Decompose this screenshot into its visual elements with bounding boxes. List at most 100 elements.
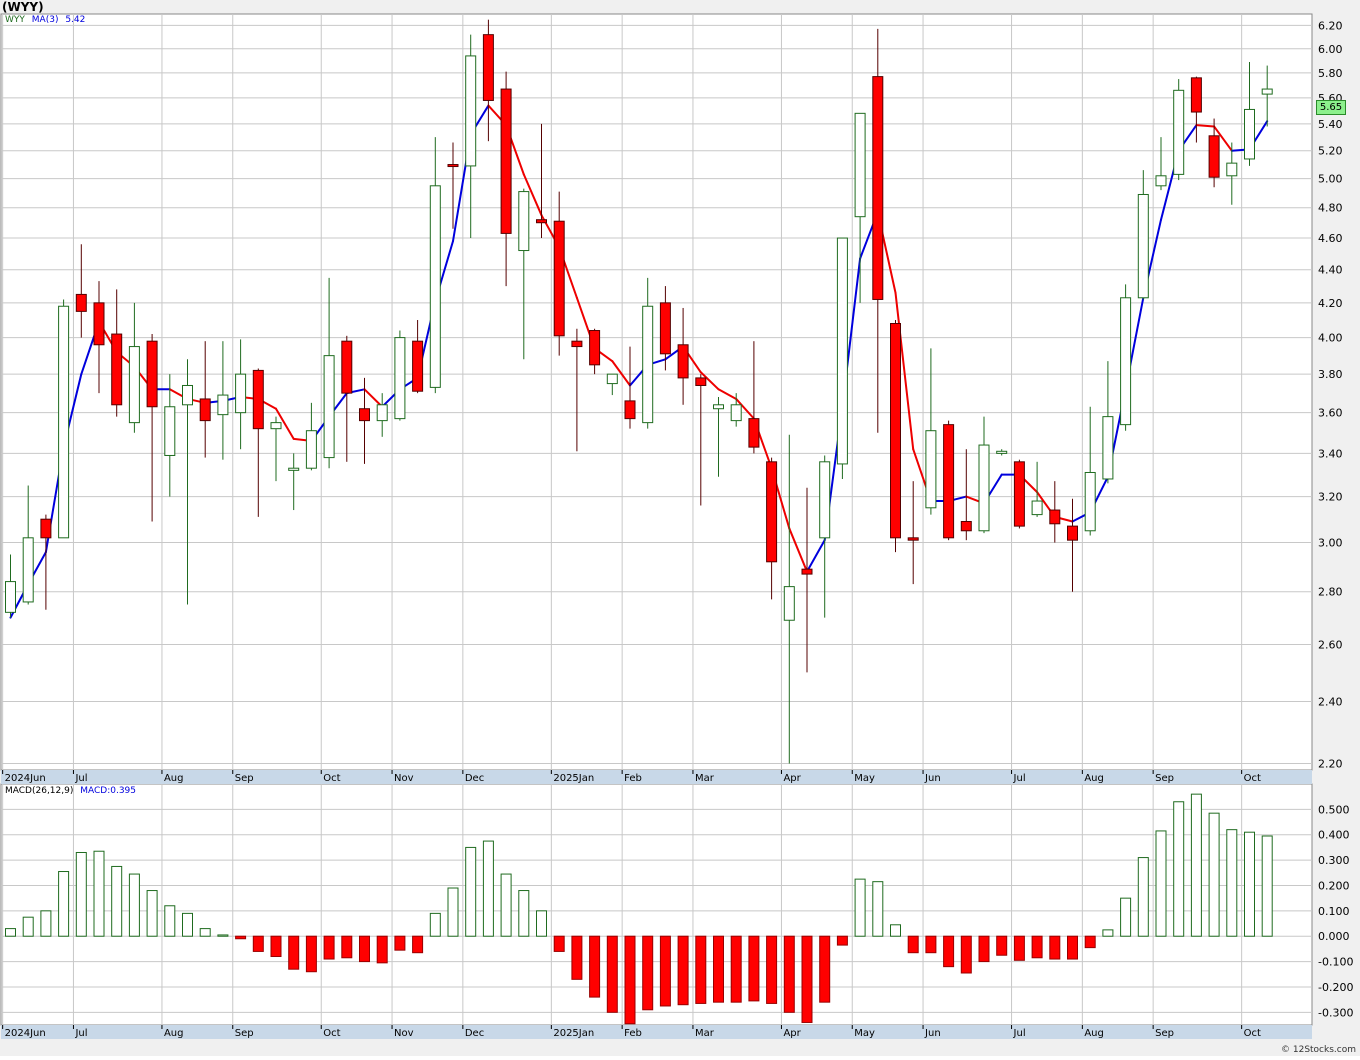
macd-x-tick-label: Mar (695, 1028, 715, 1039)
macd-bar (288, 935, 300, 970)
candle-body (1120, 297, 1132, 426)
macd-bar (978, 935, 990, 963)
price-y-tick-label: 3.20 (1318, 491, 1343, 504)
macd-bar (75, 851, 87, 937)
candle-body (943, 424, 955, 539)
candle-body (801, 568, 813, 575)
macd-bar (890, 924, 901, 937)
candle-body (872, 76, 884, 300)
macd-bar (93, 850, 105, 937)
macd-x-tick-label: Sep (1155, 1028, 1174, 1039)
candle-body (1049, 509, 1061, 525)
x-tick-label: Jul (1013, 773, 1026, 784)
price-y-tick-label: 3.00 (1318, 537, 1343, 550)
candle-body (252, 369, 264, 430)
macd-x-tick-label: Dec (465, 1028, 484, 1039)
macd-legend: MACD(26,12,9) MACD:0.395 (5, 786, 136, 796)
macd-bar (1173, 801, 1185, 937)
macd-bar (305, 935, 317, 973)
macd-x-tick-label: Nov (394, 1028, 414, 1039)
candle (890, 320, 901, 553)
x-tick-label: Oct (1244, 773, 1261, 784)
macd-bar (359, 935, 370, 963)
macd-x-tick-label: Aug (1084, 1028, 1104, 1039)
price-y-tick-label: 5.80 (1318, 67, 1343, 80)
macd-bar (1067, 935, 1078, 960)
candle (1120, 284, 1132, 431)
macd-y-tick-label: 0.200 (1318, 879, 1350, 892)
macd-bar (199, 928, 211, 937)
candle-body (518, 191, 530, 252)
macd-bar (872, 881, 884, 937)
macd-bar (500, 873, 512, 937)
macd-bar (943, 935, 955, 968)
macd-bar (677, 935, 689, 1006)
macd-label: MACD(26,12,9) (5, 786, 74, 796)
macd-bar (589, 935, 601, 998)
macd-bar (766, 935, 778, 1004)
candle-body (447, 164, 459, 168)
candle-body (978, 444, 990, 532)
macd-bar (394, 935, 406, 951)
candle-body (270, 422, 282, 430)
candle-body (748, 418, 760, 448)
candle-body (394, 337, 406, 420)
macd-bar (58, 871, 70, 937)
x-tick-label: May (854, 773, 875, 784)
price-y-tick-label: 4.00 (1318, 332, 1343, 345)
x-tick-label: Oct (323, 773, 340, 784)
candle-body (1067, 525, 1078, 541)
macd-bar (40, 910, 52, 937)
candle-body (235, 373, 247, 414)
candle-body (1013, 461, 1025, 527)
macd-bar (606, 935, 618, 1013)
macd-bar (429, 912, 441, 937)
candle-body (783, 586, 795, 621)
x-tick-label: Aug (164, 773, 184, 784)
price-y-tick-label: 2.60 (1318, 638, 1343, 651)
candle-body (146, 340, 158, 408)
macd-date-axis (1, 1025, 1312, 1039)
price-y-tick-label: 3.40 (1318, 447, 1343, 460)
macd-y-tick-label: 0.100 (1318, 905, 1350, 918)
macd-bar (748, 935, 760, 1002)
macd-bar (1137, 857, 1149, 937)
candle-body (288, 467, 300, 471)
candle-body (341, 340, 353, 394)
candle-body (606, 373, 618, 385)
candle-body (323, 355, 335, 459)
macd-x-tick-label: Oct (1244, 1028, 1261, 1039)
macd-bar (624, 935, 636, 1025)
price-y-tick-label: 4.80 (1318, 202, 1343, 215)
macd-x-tick-label: 2025Jan (553, 1028, 594, 1039)
candle-body (359, 408, 370, 422)
candle-body (1261, 88, 1273, 95)
macd-bar (801, 935, 813, 1023)
candle-body (819, 461, 831, 539)
candle (943, 420, 955, 541)
x-tick-label: Sep (235, 773, 254, 784)
macd-bar (854, 878, 866, 937)
macd-bar (571, 935, 583, 980)
macd-bar (819, 935, 831, 1003)
macd-bar (907, 935, 919, 954)
candle-body (553, 220, 565, 337)
candle-body (1102, 416, 1114, 480)
chart-canvas: 2.20 2.40 2.60 2.80 3.00 3.20 3.40 3.60 3.80 4.00… (0, 0, 1360, 1056)
macd-bar (1261, 835, 1273, 937)
macd-bar (412, 935, 424, 954)
price-y-tick-label: 5.40 (1318, 118, 1343, 131)
candle-body (960, 520, 972, 532)
x-tick-label: Aug (1084, 773, 1104, 784)
macd-bar (447, 887, 459, 937)
macd-y-tick-label: 0.000 (1318, 930, 1350, 943)
x-tick-label: Jul (74, 773, 87, 784)
macd-x-tick-label: Jul (74, 1028, 87, 1039)
price-y-tick-label: 5.00 (1318, 173, 1343, 186)
macd-bar (1244, 831, 1255, 937)
candle (1173, 79, 1185, 181)
macd-bar (960, 935, 972, 974)
candle (1013, 459, 1025, 529)
price-y-tick-label: 6.20 (1318, 19, 1343, 32)
macd-x-tick-label: Aug (164, 1028, 184, 1039)
